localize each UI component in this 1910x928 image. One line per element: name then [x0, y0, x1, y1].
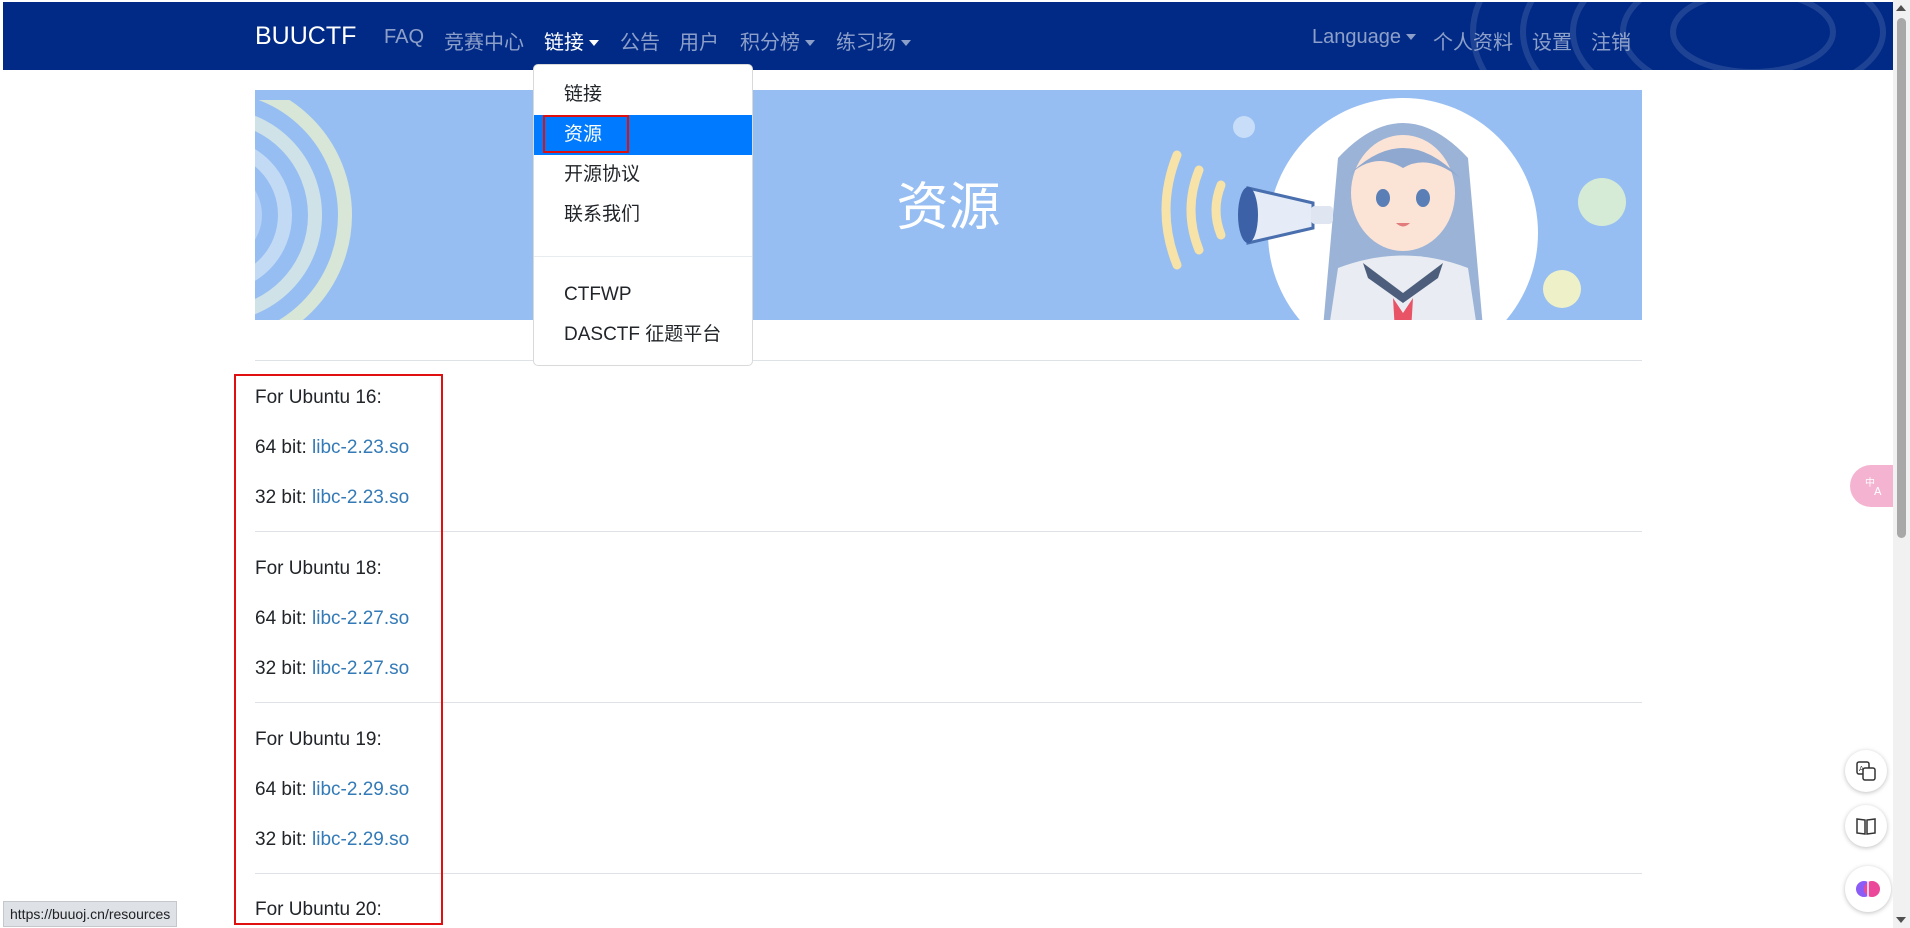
svg-text:A: A: [1859, 765, 1864, 773]
caret-down-icon: [901, 40, 911, 46]
dropdown-item-dasctf[interactable]: DASCTF 征题平台: [534, 315, 752, 355]
section-heading-ubuntu18: For Ubuntu 18:: [255, 558, 382, 579]
arch-label: 64 bit:: [255, 608, 313, 629]
ai-assistant-button[interactable]: [1845, 866, 1891, 912]
section-heading-ubuntu16: For Ubuntu 16:: [255, 387, 382, 408]
arch-label: 32 bit:: [255, 658, 313, 679]
dropdown-item-ctfwp[interactable]: CTFWP: [534, 275, 752, 315]
dropdown-item-links[interactable]: 链接: [534, 75, 752, 115]
libc-line: 32 bit: libc-2.23.so: [255, 487, 409, 509]
libc-line: 64 bit: libc-2.23.so: [255, 437, 409, 459]
libc-download-link[interactable]: libc-2.27.so: [312, 658, 409, 679]
caret-down-icon: [1405, 34, 1416, 40]
libc-line: 64 bit: libc-2.27.so: [255, 608, 409, 630]
libc-download-link[interactable]: libc-2.23.so: [312, 487, 409, 508]
arch-label: 32 bit:: [255, 487, 313, 508]
dropdown-item-contact-us[interactable]: 联系我们: [534, 195, 752, 235]
section-heading-ubuntu19: For Ubuntu 19:: [255, 729, 382, 750]
section-heading-ubuntu20: For Ubuntu 20:: [255, 899, 382, 920]
libc-download-link[interactable]: libc-2.29.so: [312, 779, 409, 800]
nav-profile[interactable]: 个人资料: [1433, 26, 1513, 55]
nav-users[interactable]: 用户: [679, 26, 719, 55]
nav-settings[interactable]: 设置: [1532, 26, 1572, 55]
bubble-decoration: [1233, 116, 1255, 138]
translate-icon: A: [1856, 761, 1876, 781]
nav-scoreboard-dropdown[interactable]: 积分榜: [740, 26, 815, 55]
reading-mode-icon: [1856, 818, 1876, 835]
bubble-decoration: [1543, 270, 1581, 308]
nav-language-label: Language: [1312, 26, 1401, 48]
section-divider: [255, 531, 1642, 532]
page-scrollbar[interactable]: [1893, 0, 1910, 928]
section-divider: [255, 873, 1642, 874]
scrollbar-thumb[interactable]: [1897, 18, 1906, 538]
section-divider: [255, 702, 1642, 703]
dropdown-item-open-source-license[interactable]: 开源协议: [534, 155, 752, 195]
bubble-decoration: [1578, 178, 1626, 226]
dropdown-divider: [534, 256, 752, 257]
brand-logo[interactable]: BUUCTF: [255, 22, 356, 51]
sound-wave-decoration: [1161, 150, 1226, 270]
libc-download-link[interactable]: libc-2.27.so: [312, 608, 409, 629]
arch-label: 32 bit:: [255, 829, 313, 850]
ai-brain-icon: [1856, 881, 1880, 897]
nav-scoreboard-label: 积分榜: [740, 32, 800, 54]
link-status-bar: https://buuoj.cn/resources: [3, 901, 178, 927]
nav-links-label: 链接: [544, 32, 584, 54]
dropdown-item-resources[interactable]: 资源: [534, 115, 752, 155]
nav-links-dropdown[interactable]: 链接: [544, 26, 599, 55]
scroll-up-arrow-icon[interactable]: [1896, 5, 1906, 11]
arch-label: 64 bit:: [255, 779, 313, 800]
top-navbar: BUUCTF FAQ 竞赛中心 链接 公告 用户 积分榜 练习场 Languag…: [3, 2, 1893, 70]
libc-line: 32 bit: libc-2.29.so: [255, 829, 409, 851]
svg-text:A: A: [1874, 485, 1882, 497]
libc-download-link[interactable]: libc-2.29.so: [312, 829, 409, 850]
nav-faq[interactable]: FAQ: [384, 26, 424, 49]
translate-icon: 中 A: [1865, 476, 1882, 497]
nav-announcements[interactable]: 公告: [620, 26, 660, 55]
nav-competition-center[interactable]: 竞赛中心: [444, 26, 524, 55]
scroll-down-arrow-icon[interactable]: [1896, 917, 1906, 923]
libc-line: 32 bit: libc-2.27.so: [255, 658, 409, 680]
arch-label: 64 bit:: [255, 437, 313, 458]
nav-practice-dropdown[interactable]: 练习场: [836, 26, 911, 55]
reading-mode-button[interactable]: [1845, 805, 1887, 847]
nav-logout[interactable]: 注销: [1591, 26, 1631, 55]
translate-button[interactable]: A: [1845, 750, 1887, 792]
character-illustration: [1238, 98, 1538, 320]
section-divider: [255, 360, 1642, 361]
megaphone-illustration: [1238, 186, 1333, 245]
nav-practice-label: 练习场: [836, 32, 896, 54]
caret-down-icon: [589, 40, 599, 46]
hero-banner: 资源: [255, 90, 1642, 320]
links-dropdown-menu: 链接 资源 开源协议 联系我们 CTFWP DASCTF 征题平台: [533, 64, 753, 366]
caret-down-icon: [805, 40, 815, 46]
libc-download-link[interactable]: libc-2.23.so: [312, 437, 409, 458]
libc-line: 64 bit: libc-2.29.so: [255, 779, 409, 801]
nav-language-dropdown[interactable]: Language: [1312, 26, 1416, 49]
